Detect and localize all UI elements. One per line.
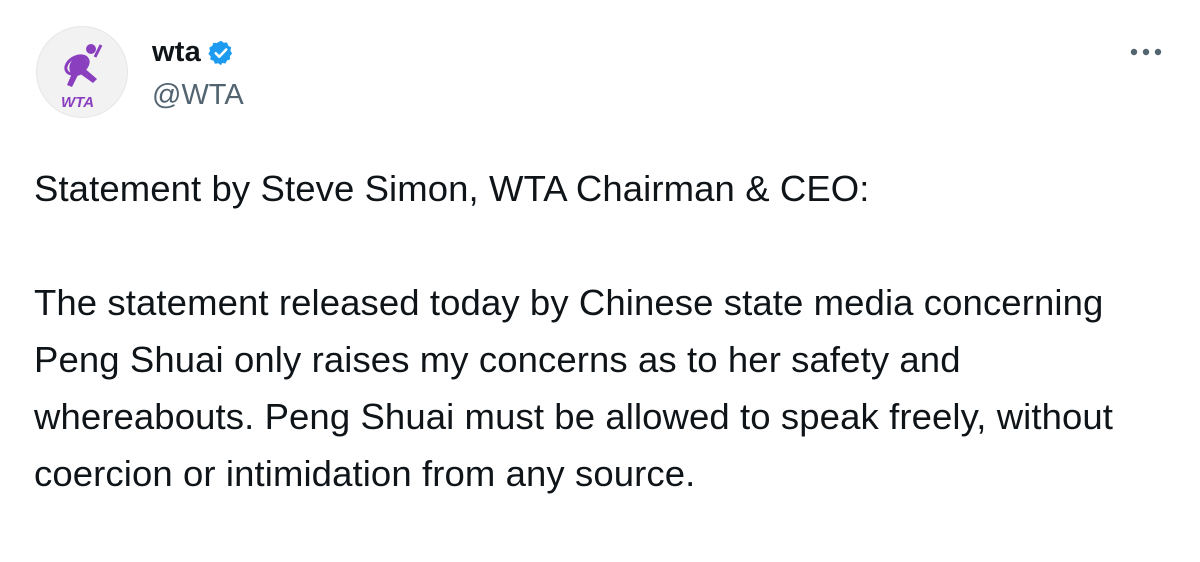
user-block: wta @WTA [152,33,244,112]
tweet-card: WTA wta @WTA Statement by Steve Simon, W… [0,0,1200,562]
user-handle[interactable]: @WTA [152,79,244,112]
more-options-button[interactable] [1126,42,1166,62]
display-name[interactable]: wta [152,36,201,69]
tweet-header: WTA wta @WTA [36,26,244,118]
name-row: wta [152,33,244,73]
tweet-paragraph-body: The statement released today by Chinese … [34,282,1114,494]
tweet-text: Statement by Steve Simon, WTA Chairman &… [34,160,1164,502]
more-horizontal-icon [1130,48,1162,56]
verified-badge-icon [207,39,235,67]
avatar[interactable]: WTA [36,26,128,118]
tweet-paragraph-heading: Statement by Steve Simon, WTA Chairman &… [34,168,870,209]
wta-logo-icon: WTA [61,44,103,111]
avatar-logo-text: WTA [61,94,94,111]
